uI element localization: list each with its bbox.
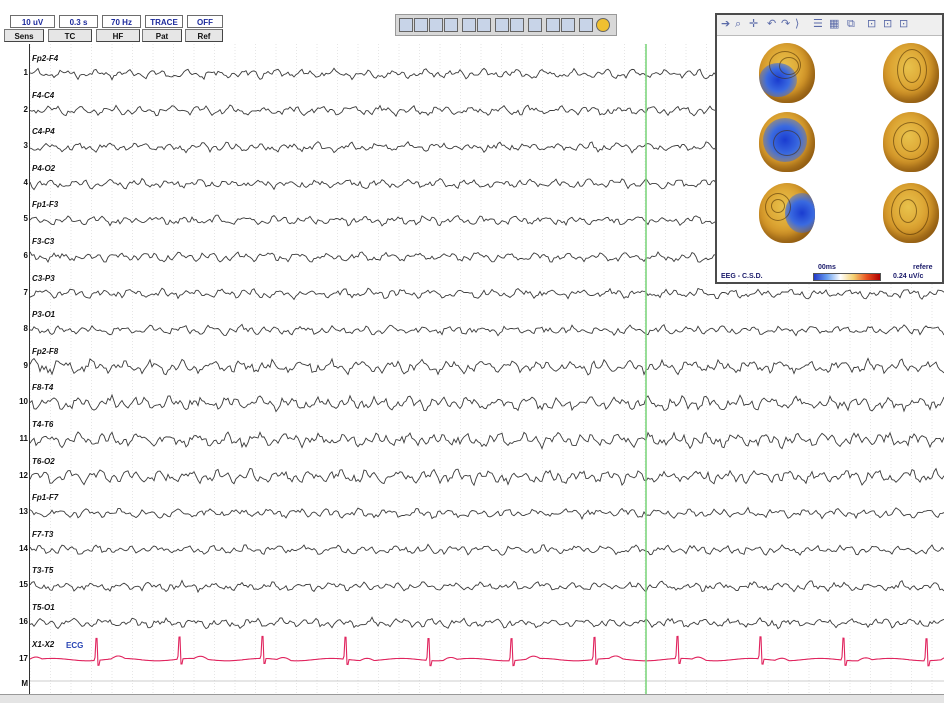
map-title: EEG - C.S.D. [721, 273, 763, 280]
view-icon[interactable]: ⧉ [847, 17, 855, 31]
channel-label[interactable]: F7-T3 [32, 530, 53, 539]
channel-label[interactable]: Fp2-F8 [32, 347, 58, 356]
rotate-right-icon[interactable]: ↷ [781, 17, 790, 30]
channel-number: 15 [19, 580, 28, 590]
montage-icon[interactable] [414, 18, 428, 32]
filter-icon[interactable] [462, 18, 476, 32]
zoom-icon[interactable] [561, 18, 575, 32]
map-toolbar: ➔ ⌕ ✛ ↶ ↷ ⟩ ☰ ▦ ⧉ ⊡ ⊡ ⊡ [717, 15, 942, 36]
channel-number: 16 [19, 617, 28, 626]
state-field[interactable]: OFF [187, 15, 223, 28]
save-icon[interactable] [399, 18, 413, 32]
time-constant-field[interactable]: 0.3 s [59, 15, 98, 28]
channel-label[interactable]: C4-P4 [32, 127, 55, 136]
event-icon[interactable] [477, 18, 491, 32]
latency-label: 00ms [818, 264, 836, 271]
channel-number: 6 [23, 251, 28, 260]
grid-icon[interactable]: ▦ [829, 17, 839, 30]
channel-number: 2 [23, 104, 28, 114]
reference-label: refere [913, 264, 933, 271]
window-icon[interactable] [528, 18, 542, 32]
export-icon[interactable] [510, 18, 524, 32]
tool-toolbar [395, 14, 617, 36]
channel-number: 4 [23, 177, 28, 187]
print-icon[interactable] [495, 18, 509, 32]
eeg-waveform [29, 543, 944, 556]
bracket-icon[interactable]: ⟩ [795, 17, 799, 30]
eeg-waveform [29, 357, 944, 376]
eeg-waveform [29, 287, 944, 301]
topographic-map-window[interactable]: ➔ ⌕ ✛ ↶ ↷ ⟩ ☰ ▦ ⧉ ⊡ ⊡ ⊡ 00ms refere EEG … [715, 13, 944, 284]
eeg-waveform [29, 323, 944, 337]
head-map-right-top [883, 43, 939, 103]
channel-number: 17 [19, 653, 28, 663]
pencil-icon[interactable] [546, 18, 560, 32]
map-footer: 00ms refere EEG - C.S.D. 0.24 uV/c [717, 264, 942, 282]
channel-number: 12 [19, 470, 28, 480]
channel-label[interactable]: F4-C4 [32, 91, 54, 100]
color-scale-bar [813, 273, 881, 281]
layout-1-icon[interactable]: ⊡ [867, 17, 876, 30]
channel-label[interactable]: F3-C3 [32, 237, 54, 246]
head-map-left-top [759, 43, 815, 103]
head-map-right-bottom [883, 183, 939, 243]
crosshair-icon[interactable]: ✛ [749, 17, 758, 30]
ref-button[interactable]: Ref [185, 29, 223, 42]
ecg-waveform [29, 635, 944, 667]
zoom-in-icon[interactable]: ⌕ [735, 17, 741, 31]
channel-label[interactable]: C3-P3 [32, 274, 55, 283]
channel-number: 5 [23, 214, 28, 224]
help-icon[interactable] [596, 18, 610, 32]
ecg-tag: ECG [66, 641, 84, 650]
channel-number: 8 [23, 324, 28, 334]
channel-number: 13 [19, 507, 28, 517]
high-filter-field[interactable]: 70 Hz [102, 15, 141, 28]
eeg-waveform [29, 579, 944, 594]
head-map-right-middle [883, 112, 939, 172]
sensitivity-field[interactable]: 10 uV [10, 15, 55, 28]
channel-label[interactable]: Fp1-F7 [32, 493, 58, 502]
channel-number: 9 [23, 360, 28, 370]
pat-button[interactable]: Pat [142, 29, 182, 42]
eeg-waveform [29, 393, 944, 413]
eeg-waveform [29, 467, 944, 487]
spectrum-icon[interactable] [444, 18, 458, 32]
channel-label[interactable]: Fp1-F3 [32, 200, 58, 209]
eeg-waveform [29, 616, 944, 630]
channel-label[interactable]: P3-O1 [32, 310, 55, 319]
scale-value: 0.24 uV/c [893, 273, 924, 280]
marker-channel-label: M [21, 679, 28, 688]
tc-button[interactable]: TC [48, 29, 92, 42]
channel-label[interactable]: T5-O1 [32, 603, 55, 612]
channel-label[interactable]: X1-X2 [32, 640, 54, 649]
channel-label[interactable]: T4-T6 [32, 420, 53, 429]
arrow-icon[interactable]: ➔ [721, 17, 730, 30]
eeg-waveform [29, 431, 944, 450]
map-icon[interactable] [429, 18, 443, 32]
channel-number: 1 [23, 68, 28, 77]
review-icon[interactable] [579, 18, 593, 32]
trace-field[interactable]: TRACE [145, 15, 183, 28]
channel-number: 10 [19, 397, 28, 407]
head-map-left-middle [759, 112, 815, 172]
layout-3-icon[interactable]: ⊡ [899, 17, 908, 30]
list-icon[interactable]: ☰ [813, 17, 823, 30]
channel-number: 14 [19, 543, 28, 553]
channel-number: 7 [23, 287, 28, 297]
channel-label[interactable]: T6-O2 [32, 457, 55, 466]
channel-number: 3 [23, 141, 28, 151]
channel-label[interactable]: F8-T4 [32, 383, 53, 392]
rotate-left-icon[interactable]: ↶ [767, 17, 776, 30]
channel-number: 11 [19, 434, 28, 443]
hf-button[interactable]: HF [96, 29, 140, 42]
eeg-waveform [29, 506, 944, 521]
channel-label[interactable]: Fp2-F4 [32, 54, 58, 63]
sens-button[interactable]: Sens [4, 29, 44, 42]
head-map-left-bottom [759, 183, 815, 243]
channel-label[interactable]: T3-T5 [32, 566, 53, 575]
layout-2-icon[interactable]: ⊡ [883, 17, 892, 30]
channel-label[interactable]: P4-O2 [32, 164, 55, 173]
